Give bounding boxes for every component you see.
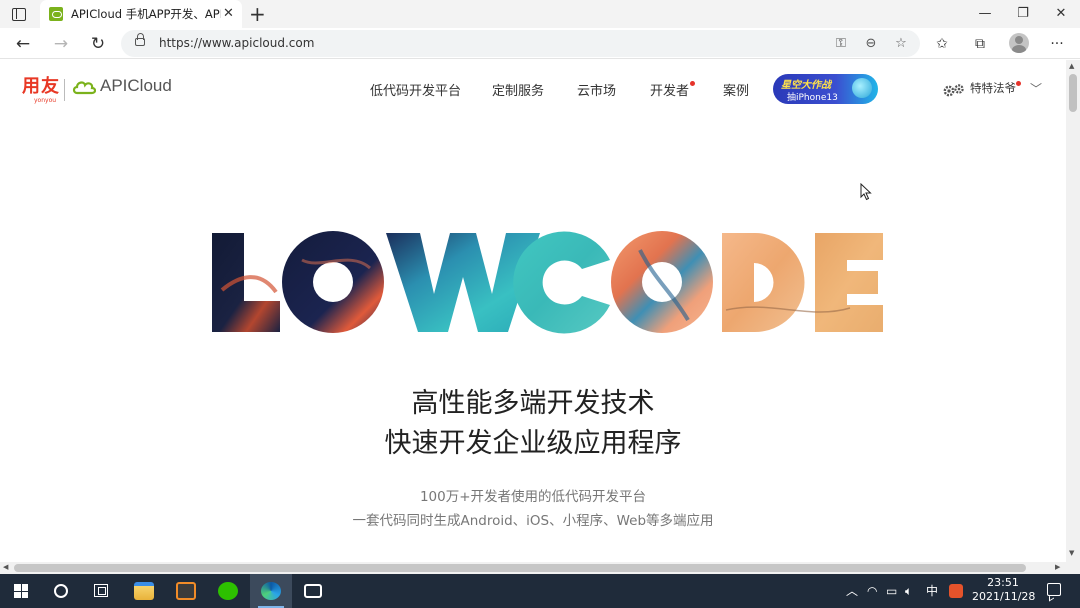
user-menu-chevron-icon[interactable]: ﹀	[1030, 80, 1042, 97]
ime-indicator[interactable]: 中	[926, 583, 938, 599]
windows-taskbar: ︿ ◠ ▭ 🔈︎ 中 23:51 2021/11/28	[0, 574, 1080, 608]
sogou-ime-icon[interactable]	[949, 584, 963, 598]
zoom-icon[interactable]: ⊖	[861, 34, 881, 54]
start-button[interactable]	[0, 574, 42, 608]
notification-center-icon[interactable]	[1047, 583, 1061, 596]
developers-notification-dot	[690, 81, 695, 86]
lowcode-hero-art	[212, 231, 883, 334]
headline-line-1: 高性能多端开发技术	[411, 388, 655, 419]
tray-overflow-chevron-icon[interactable]: ︿	[846, 583, 858, 599]
page-viewport: 用友 yonyou APICloud 低代码开发平台 定制服务 云市场 开发者 …	[0, 60, 1066, 562]
nav-low-code-platform[interactable]: 低代码开发平台	[370, 80, 461, 99]
nav-custom-services[interactable]: 定制服务	[492, 80, 544, 99]
apicloud-favicon-icon	[49, 7, 63, 21]
scroll-right-icon[interactable]: ▶	[1055, 563, 1060, 571]
windows-logo-icon	[14, 584, 28, 598]
yonyou-logo-sub: yonyou	[34, 97, 57, 104]
subline-2: 一套代码同时生成Android、iOS、小程序、Web等多端应用	[352, 513, 714, 529]
scroll-left-icon[interactable]: ◀	[3, 563, 8, 571]
file-explorer-icon	[134, 582, 154, 600]
search-circle-icon[interactable]	[54, 584, 68, 598]
address-bar[interactable]: https://www.apicloud.com ⚿ ⊖ ☆	[121, 30, 920, 57]
new-tab-button[interactable]: +	[249, 2, 266, 26]
collections-icon[interactable]: ⧉	[969, 33, 991, 55]
add-favorite-icon[interactable]: ☆	[891, 34, 911, 54]
nav-developers[interactable]: 开发者	[650, 80, 689, 99]
lock-icon[interactable]	[135, 33, 145, 46]
tab-close-icon[interactable]: ✕	[223, 6, 234, 22]
promo-banner[interactable]: 星空大作战 抽iPhone13	[773, 74, 878, 104]
clock-date: 2021/11/28	[972, 590, 1036, 603]
clock-time: 23:51	[987, 576, 1019, 589]
battery-icon[interactable]: ▭	[886, 583, 897, 599]
taskbar-sublime[interactable]	[165, 574, 207, 608]
maximize-button[interactable]: ❐	[1013, 4, 1033, 24]
minimize-button[interactable]: —	[975, 4, 995, 24]
horizontal-scroll-thumb[interactable]	[14, 564, 1026, 572]
taskbar-wechat[interactable]	[207, 574, 249, 608]
taskbar-edge[interactable]	[250, 574, 292, 608]
sublime-text-icon	[176, 582, 196, 600]
back-button[interactable]: ←	[12, 33, 34, 55]
scrollbar-corner	[1066, 562, 1080, 574]
browser-tab[interactable]: APICloud 手机APP开发、APP制作 ✕	[40, 0, 242, 28]
apicloud-brand[interactable]: APICloud	[100, 76, 172, 96]
nav-cases[interactable]: 案例	[723, 80, 749, 99]
refresh-button[interactable]: ↻	[87, 33, 109, 55]
mouse-cursor-icon	[860, 183, 872, 201]
wechat-icon	[218, 582, 238, 600]
tab-title: APICloud 手机APP开发、APP制作	[71, 7, 221, 21]
more-menu-icon[interactable]: ···	[1046, 33, 1068, 55]
vertical-scrollbar[interactable]: ▲ ▼	[1066, 60, 1080, 562]
yonyou-logo[interactable]: 用友 yonyou	[22, 76, 60, 105]
yonyou-logo-text: 用友	[22, 76, 60, 97]
subline-1: 100万+开发者使用的低代码开发平台	[419, 489, 647, 505]
scroll-down-icon[interactable]: ▼	[1069, 549, 1074, 557]
promo-subtitle: 抽iPhone13	[787, 93, 838, 103]
favorites-icon[interactable]: ✩	[931, 33, 953, 55]
profile-avatar[interactable]	[1009, 33, 1029, 53]
close-window-button[interactable]: ✕	[1051, 4, 1071, 24]
apicloud-cloud-icon	[72, 81, 96, 95]
promo-astronaut-icon	[852, 78, 872, 98]
user-notification-dot	[1016, 81, 1021, 86]
scroll-up-icon[interactable]: ▲	[1069, 62, 1074, 70]
browser-tab-strip: APICloud 手机APP开发、APP制作 ✕ + — ❐ ✕	[0, 0, 1080, 28]
taskbar-file-explorer[interactable]	[123, 574, 165, 608]
logo-divider	[64, 79, 65, 101]
tab-actions-icon[interactable]	[8, 5, 30, 23]
video-camera-icon	[304, 584, 322, 598]
user-name[interactable]: 特特法爷	[970, 80, 1016, 96]
forward-button[interactable]: →	[50, 33, 72, 55]
browser-toolbar: ← → ↻ https://www.apicloud.com ⚿ ⊖ ☆ ✩ ⧉…	[0, 28, 1080, 59]
horizontal-scrollbar[interactable]: ◀ ▶	[0, 562, 1066, 574]
network-icon[interactable]: ◠	[867, 583, 877, 599]
taskbar-video-app[interactable]	[292, 574, 334, 608]
vertical-scroll-thumb[interactable]	[1069, 74, 1077, 112]
system-clock[interactable]: 23:51 2021/11/28	[972, 576, 1036, 604]
url-text[interactable]: https://www.apicloud.com	[159, 36, 314, 50]
promo-title: 星空大作战	[781, 80, 831, 91]
volume-icon[interactable]: 🔈︎	[905, 583, 912, 599]
key-icon[interactable]: ⚿	[831, 34, 851, 54]
task-view-icon[interactable]	[94, 584, 108, 597]
edge-browser-icon	[261, 582, 281, 600]
gears-icon[interactable]	[942, 82, 966, 98]
headline-line-2: 快速开发企业级应用程序	[384, 428, 682, 459]
nav-cloud-market[interactable]: 云市场	[577, 80, 616, 99]
